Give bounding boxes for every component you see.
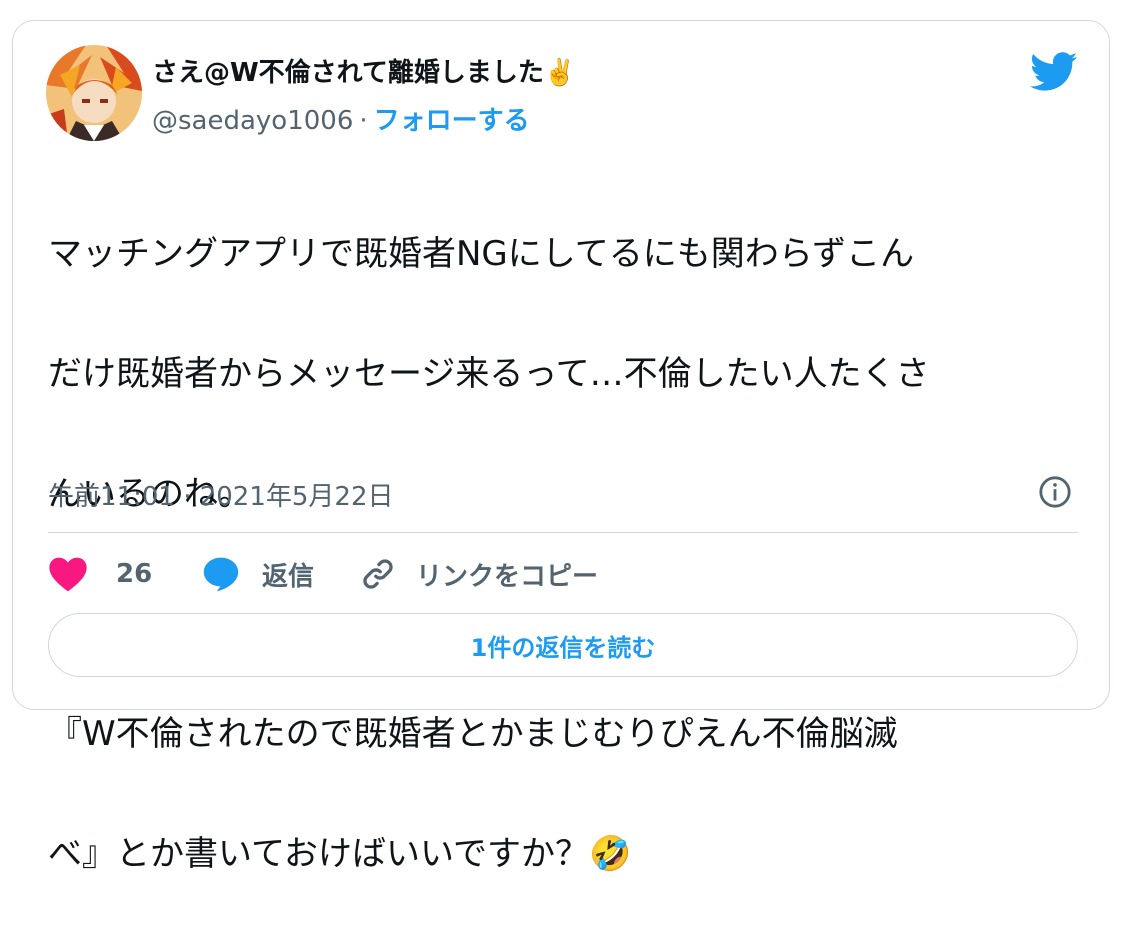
separator-dot: ·	[359, 106, 368, 136]
tweet-actions: 26 返信 リンクをコピー	[48, 552, 1078, 596]
twitter-bird-icon[interactable]	[1030, 52, 1078, 92]
link-icon	[363, 559, 393, 589]
tweet-line-text: べ』とか書いておけばいいですか？	[48, 834, 589, 874]
tweet-line: 『W不倫されたので既婚者とかまじむりぴえん不倫脳滅	[48, 714, 898, 754]
author-handle[interactable]: @saedayo1006	[152, 106, 353, 136]
copy-link-button[interactable]: リンクをコピー	[360, 552, 598, 596]
tweet-line: だけ既婚者からメッセージ来るって…不倫したい人たくさ	[48, 354, 930, 394]
copy-link-label: リンクをコピー	[416, 561, 599, 592]
author-handle-row: @saedayo1006 · フォローする	[152, 100, 530, 137]
reply-button[interactable]: 返信	[202, 552, 314, 596]
reply-bubble-icon	[203, 557, 239, 592]
read-replies-button[interactable]: 1件の返信を読む	[48, 613, 1078, 677]
avatar-image	[46, 45, 142, 141]
author-display-name[interactable]: さえ@W不倫されて離婚しました✌️	[152, 52, 576, 89]
tweet-line-last: べ』とか書いておけばいいですか？🤣	[48, 824, 1078, 884]
divider	[48, 532, 1078, 533]
info-icon[interactable]	[1038, 475, 1072, 509]
read-replies-label: 1件の返信を読む	[470, 633, 656, 662]
display-name-text[interactable]: さえ@W不倫されて離婚しました	[152, 58, 544, 88]
reply-label: 返信	[262, 561, 315, 592]
rolling-laughing-emoji: 🤣	[588, 834, 632, 874]
victory-hand-emoji: ✌️	[543, 58, 577, 88]
avatar[interactable]	[46, 45, 142, 141]
follow-button[interactable]: フォローする	[374, 106, 530, 136]
tweet-timestamp[interactable]: 午前11:01 · 2021年5月22日	[48, 476, 394, 513]
heart-icon	[49, 557, 87, 592]
tweet-line: マッチングアプリで既婚者NGにしてるにも関わらずこん	[48, 234, 915, 274]
like-count: 26	[116, 559, 153, 589]
like-button[interactable]: 26	[48, 552, 152, 596]
